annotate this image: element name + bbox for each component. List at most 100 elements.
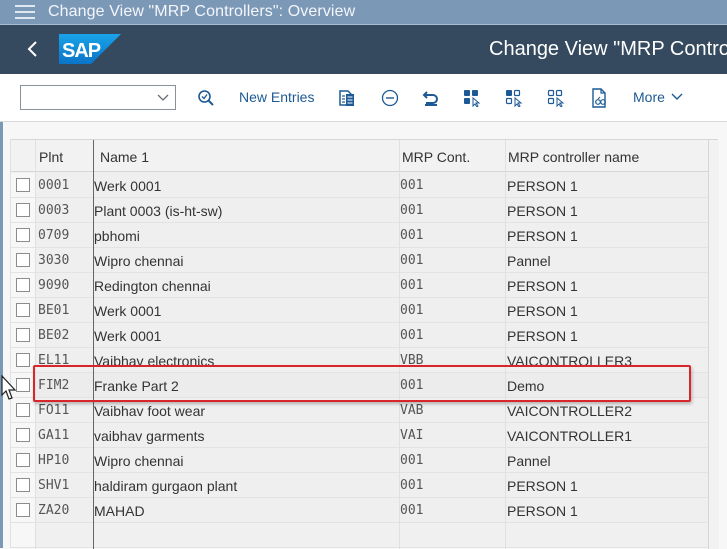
table-row[interactable]: 3030 Wipro chennai 001 Pannel xyxy=(11,248,708,273)
cell-name[interactable]: Werk 0001 xyxy=(94,328,161,344)
cell-mrp-cont[interactable]: 001 xyxy=(400,503,423,518)
cell-controller-name[interactable]: PERSON 1 xyxy=(507,228,578,244)
menu-icon[interactable] xyxy=(15,5,35,19)
row-selector[interactable] xyxy=(11,373,35,397)
cell-plnt[interactable]: 0709 xyxy=(38,228,69,243)
table-row[interactable]: BE02 Werk 0001 001 PERSON 1 xyxy=(11,323,708,348)
more-button[interactable]: More xyxy=(633,89,683,105)
cell-plnt[interactable]: 0003 xyxy=(38,203,69,218)
cell-name[interactable]: MAHAD xyxy=(94,503,145,519)
row-selector[interactable] xyxy=(11,223,35,247)
table-row[interactable]: 0709 pbhomi 001 PERSON 1 xyxy=(11,223,708,248)
cell-mrp-cont[interactable]: 001 xyxy=(400,303,423,318)
table-row[interactable]: BE01 Werk 0001 001 PERSON 1 xyxy=(11,298,708,323)
cell-name[interactable]: Redington chennai xyxy=(94,278,211,294)
table-row[interactable]: FO11 Vaibhav foot wear VAB VAICONTROLLER2 xyxy=(11,398,708,423)
table-row[interactable]: ZA20 MAHAD 001 PERSON 1 xyxy=(11,498,708,523)
command-combobox[interactable] xyxy=(20,85,176,110)
cell-mrp-cont[interactable]: 001 xyxy=(400,453,423,468)
row-selector[interactable] xyxy=(11,348,35,372)
cell-mrp-cont[interactable]: VAI xyxy=(400,428,423,443)
cell-mrp-cont[interactable]: VBB xyxy=(400,353,423,368)
cell-plnt[interactable]: HP10 xyxy=(38,453,69,468)
row-selector[interactable] xyxy=(11,298,35,322)
cell-plnt[interactable]: 3030 xyxy=(38,253,69,268)
row-selector[interactable] xyxy=(11,498,35,522)
cell-name[interactable]: Wipro chennai xyxy=(94,453,184,469)
cell-name[interactable]: Vaibhav electronics xyxy=(94,353,214,369)
row-selector[interactable] xyxy=(11,248,35,272)
copy-as-icon[interactable] xyxy=(336,87,358,109)
delete-icon[interactable] xyxy=(379,87,401,109)
column-header-mrp-cont[interactable]: MRP Cont. xyxy=(402,149,470,165)
cell-mrp-cont[interactable]: 001 xyxy=(400,478,423,493)
table-row[interactable]: SHV1 haldiram gurgaon plant 001 PERSON 1 xyxy=(11,473,708,498)
column-divider-fixed[interactable] xyxy=(93,140,94,549)
cell-controller-name[interactable]: PERSON 1 xyxy=(507,503,578,519)
cell-mrp-cont[interactable]: 001 xyxy=(400,178,423,193)
cell-name[interactable]: Werk 0001 xyxy=(94,303,161,319)
cell-mrp-cont[interactable]: 001 xyxy=(400,253,423,268)
cell-controller-name[interactable]: PERSON 1 xyxy=(507,478,578,494)
row-checkbox[interactable] xyxy=(16,228,30,242)
cell-mrp-cont[interactable]: 001 xyxy=(400,228,423,243)
cell-mrp-cont[interactable]: 001 xyxy=(400,203,423,218)
table-row[interactable]: 0001 Werk 0001 001 PERSON 1 xyxy=(11,173,708,198)
cell-name[interactable]: Werk 0001 xyxy=(94,178,161,194)
cell-plnt[interactable]: FO11 xyxy=(38,403,69,418)
table-row[interactable]: 0003 Plant 0003 (is-ht-sw) 001 PERSON 1 xyxy=(11,198,708,223)
cell-controller-name[interactable]: PERSON 1 xyxy=(507,303,578,319)
row-selector[interactable] xyxy=(11,448,35,472)
cell-controller-name[interactable]: PERSON 1 xyxy=(507,328,578,344)
print-preview-icon[interactable] xyxy=(588,87,610,109)
cell-mrp-cont[interactable]: 001 xyxy=(400,378,423,393)
row-checkbox[interactable] xyxy=(16,303,30,317)
cell-mrp-cont[interactable]: 001 xyxy=(400,278,423,293)
cell-controller-name[interactable]: PERSON 1 xyxy=(507,178,578,194)
table-row[interactable]: EL11 Vaibhav electronics VBB VAICONTROLLER3 xyxy=(11,348,708,373)
row-selector[interactable] xyxy=(11,273,35,297)
cell-name[interactable]: haldiram gurgaon plant xyxy=(94,478,237,494)
table-row[interactable]: FIM2 Franke Part 2 001 Demo xyxy=(11,373,708,398)
row-checkbox[interactable] xyxy=(16,503,30,517)
cell-plnt[interactable]: SHV1 xyxy=(38,478,69,493)
row-checkbox[interactable] xyxy=(16,328,30,342)
cell-name[interactable]: vaibhav garments xyxy=(94,428,205,444)
row-selector[interactable] xyxy=(11,398,35,422)
row-selector[interactable] xyxy=(11,323,35,347)
undo-icon[interactable] xyxy=(420,87,442,109)
row-checkbox[interactable] xyxy=(16,478,30,492)
cell-mrp-cont[interactable]: VAB xyxy=(400,403,423,418)
select-all-icon[interactable] xyxy=(462,87,484,109)
column-header-name[interactable]: Name 1 xyxy=(100,149,149,165)
chevron-down-icon[interactable] xyxy=(157,91,169,103)
cell-plnt[interactable]: 9090 xyxy=(38,278,69,293)
cell-plnt[interactable]: BE01 xyxy=(38,303,69,318)
column-header-plnt[interactable]: Plnt xyxy=(39,149,63,165)
cell-controller-name[interactable]: Pannel xyxy=(507,253,551,269)
cell-plnt[interactable]: BE02 xyxy=(38,328,69,343)
back-icon[interactable] xyxy=(25,38,41,60)
column-header-controller-name[interactable]: MRP controller name xyxy=(508,149,639,165)
cell-name[interactable]: pbhomi xyxy=(94,228,140,244)
table-row[interactable]: GA11 vaibhav garments VAI VAICONTROLLER1 xyxy=(11,423,708,448)
display-check-icon[interactable] xyxy=(195,87,217,109)
cell-controller-name[interactable]: VAICONTROLLER3 xyxy=(507,353,632,369)
cell-mrp-cont[interactable]: 001 xyxy=(400,328,423,343)
row-checkbox[interactable] xyxy=(16,428,30,442)
cell-controller-name[interactable]: Demo xyxy=(507,378,544,394)
row-checkbox[interactable] xyxy=(16,203,30,217)
cell-name[interactable]: Wipro chennai xyxy=(94,253,184,269)
row-checkbox[interactable] xyxy=(16,453,30,467)
row-checkbox[interactable] xyxy=(16,253,30,267)
row-selector[interactable] xyxy=(11,198,35,222)
row-selector[interactable] xyxy=(11,173,35,197)
cell-name[interactable]: Plant 0003 (is-ht-sw) xyxy=(94,203,222,219)
select-block-icon[interactable] xyxy=(504,87,526,109)
table-row[interactable]: 9090 Redington chennai 001 PERSON 1 xyxy=(11,273,708,298)
row-checkbox[interactable] xyxy=(16,378,30,392)
table-scroll-area[interactable] xyxy=(708,140,719,549)
row-checkbox[interactable] xyxy=(16,353,30,367)
row-selector[interactable] xyxy=(11,423,35,447)
row-checkbox[interactable] xyxy=(16,403,30,417)
